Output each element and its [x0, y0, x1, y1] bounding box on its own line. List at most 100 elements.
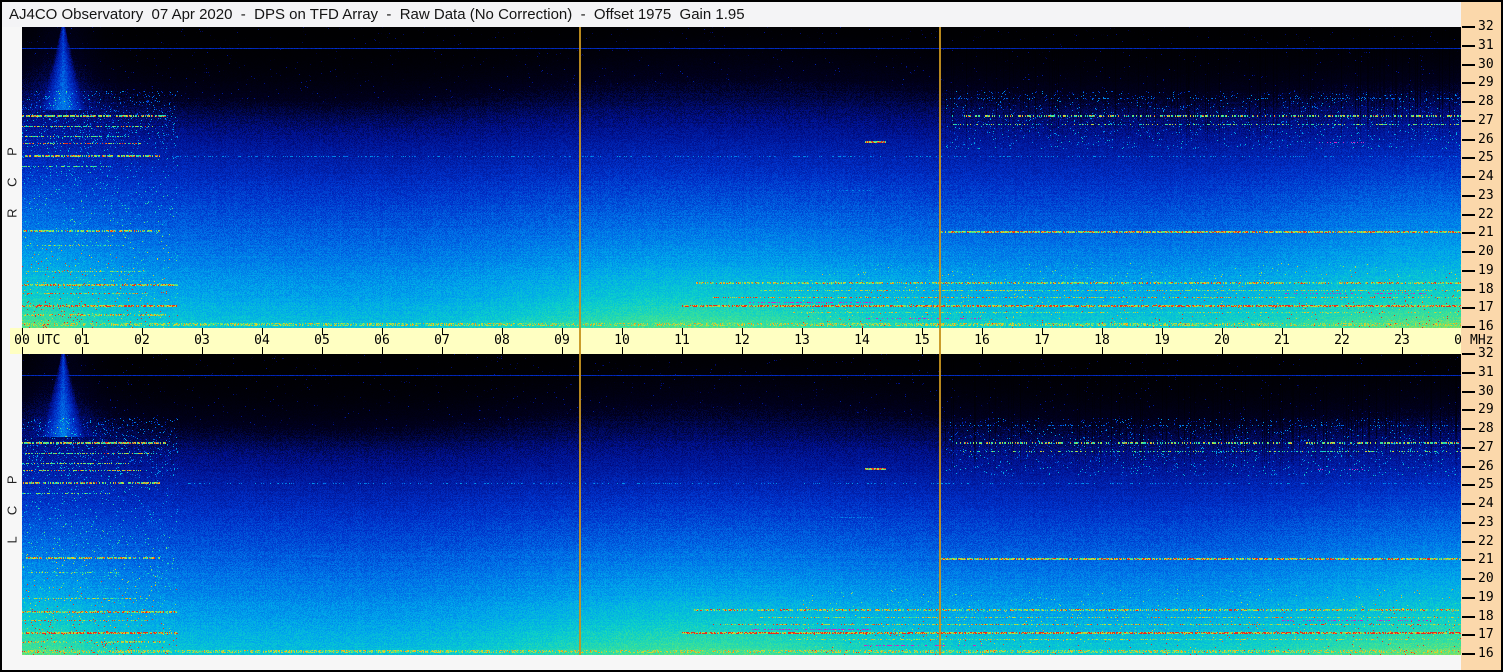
frequency-tick-label: 22: [1478, 533, 1494, 549]
time-tick: [1102, 347, 1103, 354]
time-tick-label: 07: [434, 333, 450, 348]
frequency-tick: [1462, 232, 1475, 235]
frequency-tick: [1462, 596, 1475, 599]
frequency-tick-label: 25: [1478, 150, 1494, 166]
frequency-tick-label: 17: [1478, 300, 1494, 316]
time-tick: [802, 347, 803, 354]
frequency-tick: [1462, 251, 1475, 253]
time-tick-label: 13: [794, 333, 810, 348]
time-tick-label: 23: [1394, 333, 1410, 348]
frequency-tick-label: 28: [1478, 421, 1494, 436]
time-tick: [82, 347, 83, 354]
frequency-tick: [1462, 578, 1475, 580]
frequency-tick-label: 31: [1478, 364, 1494, 380]
time-tick: [262, 347, 263, 354]
title-bar: AJ4CO Observatory 07 Apr 2020 - DPS on T…: [2, 2, 1461, 27]
frequency-tick: [1462, 44, 1475, 47]
frequency-tick-label: 18: [1478, 608, 1494, 624]
time-tick: [1222, 347, 1223, 354]
frequency-tick-label: 30: [1478, 383, 1494, 399]
frequency-tick: [1462, 634, 1475, 637]
time-tick-label: 19: [1154, 333, 1170, 348]
rcp-label: R C P: [4, 137, 20, 218]
frequency-tick-label: 23: [1478, 187, 1494, 203]
frequency-tick: [1462, 521, 1475, 524]
rcp-label-box: R C P: [2, 27, 22, 328]
frequency-tick-label: 23: [1478, 514, 1494, 530]
frequency-tick: [1462, 213, 1475, 216]
time-tick-label: 10: [614, 333, 630, 348]
frequency-tick: [1462, 26, 1475, 28]
time-tick: [922, 347, 923, 354]
frequency-tick-label: 28: [1478, 94, 1494, 109]
frequency-tick: [1462, 119, 1475, 122]
time-tick-label: 20: [1214, 333, 1230, 348]
frequency-tick: [1462, 540, 1475, 543]
time-tick-label: 08: [494, 333, 510, 348]
frequency-tick-label: 24: [1478, 496, 1494, 511]
frequency-tick: [1462, 138, 1475, 141]
time-tick-label: 15: [914, 333, 930, 348]
frequency-tick: [1462, 176, 1475, 178]
frequency-tick: [1462, 409, 1475, 412]
time-tick-label: 00: [14, 333, 30, 348]
frequency-tick-label: 27: [1478, 112, 1494, 128]
frequency-tick-label: 16: [1478, 319, 1494, 334]
time-tick: [1162, 347, 1163, 354]
frequency-tick: [1462, 465, 1475, 468]
frequency-tick-label: 18: [1478, 281, 1494, 297]
time-tick-label: 16: [974, 333, 990, 348]
frequency-tick: [1462, 371, 1475, 374]
frequency-tick-label: 26: [1478, 131, 1494, 147]
frequency-tick-label: 27: [1478, 439, 1494, 455]
frequency-tick-label: 25: [1478, 477, 1494, 493]
time-tick: [382, 347, 383, 354]
frequency-tick-label: 19: [1478, 589, 1494, 605]
time-tick-label: 06: [374, 333, 390, 348]
time-axis: UTC 00 01 02 03 04 05 06 07 08 09 10 11 12 13 14 15 16 17…: [10, 328, 1470, 354]
frequency-tick-label: 24: [1478, 169, 1494, 184]
time-tick: [862, 347, 863, 354]
frequency-tick: [1462, 503, 1475, 505]
time-tick-label: 04: [254, 333, 270, 348]
time-tick: [1402, 347, 1403, 354]
time-tick: [1282, 347, 1283, 354]
time-tick: [1342, 347, 1343, 354]
time-tick: [202, 347, 203, 354]
frequency-tick: [1462, 446, 1475, 449]
frequency-tick-label: 17: [1478, 627, 1494, 643]
utc-marker-line: [939, 27, 941, 655]
spectrogram-rcp: [22, 27, 1462, 328]
frequency-tick: [1462, 428, 1475, 430]
time-tick: [1042, 347, 1043, 354]
time-tick: [982, 347, 983, 354]
time-tick-label: 17: [1034, 333, 1050, 348]
dps-viewer: AJ4CO Observatory 07 Apr 2020 - DPS on T…: [0, 0, 1503, 672]
frequency-tick-label: 16: [1478, 646, 1494, 661]
time-tick-label: 03: [194, 333, 210, 348]
time-tick-label: 05: [314, 333, 330, 348]
frequency-tick: [1462, 63, 1475, 66]
frequency-tick-label: 29: [1478, 402, 1494, 418]
frequency-tick: [1462, 484, 1475, 487]
frequency-axis: MHz 32 31 30 29 28 27 26 25 24 23 22 21 20 19 18 17 16 32…: [1461, 2, 1501, 670]
time-tick-label: 01: [74, 333, 90, 348]
lcp-label: L C P: [4, 465, 20, 544]
time-tick: [622, 347, 623, 354]
time-tick: [562, 347, 563, 354]
time-tick: [322, 347, 323, 354]
frequency-tick: [1462, 559, 1475, 562]
time-tick-label: 22: [1334, 333, 1350, 348]
time-tick: [742, 347, 743, 354]
frequency-tick-label: 31: [1478, 37, 1494, 53]
frequency-tick: [1462, 353, 1475, 355]
frequency-tick-label: 26: [1478, 458, 1494, 474]
frequency-tick-label: 20: [1478, 244, 1494, 259]
utc-unit-label: UTC: [37, 333, 61, 348]
time-tick: [442, 347, 443, 354]
frequency-tick: [1462, 615, 1475, 618]
utc-marker-line: [579, 27, 581, 655]
lcp-label-box: L C P: [2, 354, 22, 655]
time-tick: [682, 347, 683, 354]
frequency-tick: [1462, 390, 1475, 393]
